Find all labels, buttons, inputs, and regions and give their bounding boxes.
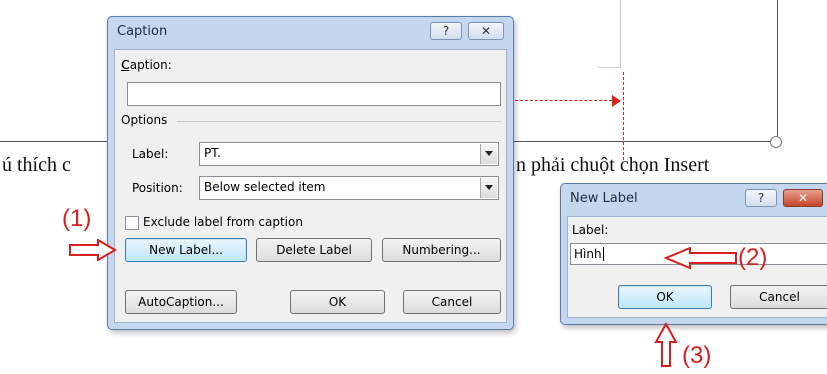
close-button[interactable]: ✕ — [468, 22, 504, 40]
new-label-input-value: Hình — [574, 247, 602, 261]
document-text-right: n phải chuột chọn Insert — [516, 154, 710, 176]
new-label-cancel-button[interactable]: Cancel — [730, 285, 827, 309]
new-label-ok-button[interactable]: OK — [618, 285, 712, 309]
position-field-label: Position: — [132, 181, 183, 195]
ok-button[interactable]: OK — [290, 290, 385, 314]
step1-annotation: (1) — [62, 205, 92, 232]
position-dropdown-value: Below selected item — [204, 180, 326, 194]
help-button[interactable]: ? — [745, 189, 777, 207]
text-cursor — [602, 247, 604, 261]
document-text-left: ú thích c — [2, 154, 71, 176]
document-border-vertical — [777, 0, 778, 142]
options-divider — [177, 121, 501, 122]
new-label-dialog-title: New Label — [570, 191, 638, 206]
red-dashed-arrow — [515, 100, 617, 101]
red-dashed-line-vertical — [623, 72, 624, 160]
new-label-field-label: Label: — [572, 223, 609, 237]
numbering-button[interactable]: Numbering... — [382, 238, 501, 262]
caption-field-label: CCaption: — [121, 58, 172, 72]
exclude-label-checkbox[interactable] — [125, 216, 139, 230]
caption-dialog-body: CCaption: Options Label: PT. Position: B… — [114, 49, 507, 323]
delete-label-button[interactable]: Delete Label — [256, 238, 372, 262]
caption-dialog-title: Caption — [117, 24, 168, 39]
exclude-label-text: Exclude label from caption — [143, 215, 303, 229]
step2-arrow-icon — [664, 247, 737, 269]
caption-input[interactable] — [127, 82, 501, 106]
autocaption-button[interactable]: AutoCaption... — [125, 290, 237, 314]
close-button[interactable]: ✕ — [783, 189, 823, 207]
step1-arrow-icon — [69, 239, 117, 261]
resize-handle[interactable] — [770, 136, 782, 148]
caption-titlebar[interactable]: Caption ? ✕ — [108, 17, 513, 47]
caption-dialog: Caption ? ✕ CCaption: Options Label: PT.… — [107, 16, 514, 330]
label-dropdown[interactable]: PT. — [199, 142, 499, 166]
new-label-titlebar[interactable]: New Label ? ✕ — [561, 184, 827, 214]
step2-annotation: (2) — [738, 244, 768, 271]
red-arrowhead — [612, 95, 621, 107]
chevron-down-icon[interactable] — [480, 178, 497, 198]
step3-arrow-icon — [654, 322, 678, 367]
options-group-label: Options — [121, 113, 168, 127]
step3-annotation: (3) — [682, 342, 712, 369]
cancel-button[interactable]: Cancel — [403, 290, 501, 314]
help-button[interactable]: ? — [430, 22, 462, 40]
new-label-button[interactable]: New Label... — [125, 238, 247, 262]
label-field-label: Label: — [132, 147, 169, 161]
caption-label-text: Caption: — [121, 58, 172, 72]
document-frame — [598, 0, 621, 68]
label-dropdown-value: PT. — [204, 146, 221, 160]
position-dropdown[interactable]: Below selected item — [199, 176, 499, 200]
chevron-down-icon[interactable] — [480, 144, 497, 164]
